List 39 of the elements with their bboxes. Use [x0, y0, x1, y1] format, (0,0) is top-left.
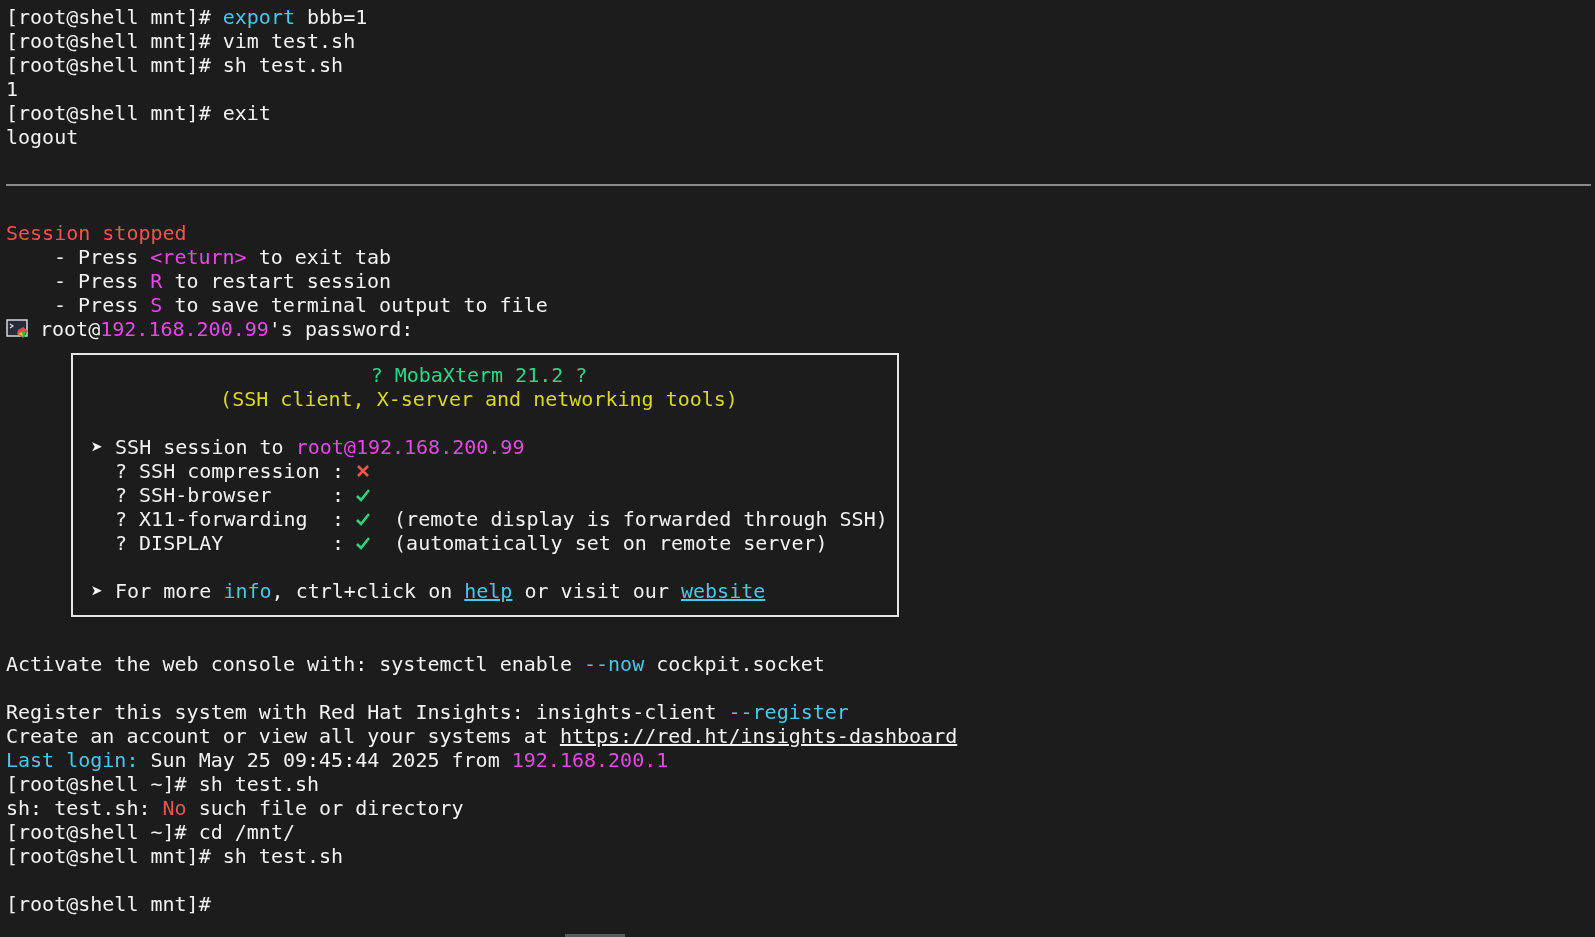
banner-title: ? MobaXterm 21.2 ?	[370, 363, 588, 387]
option-colon: :	[332, 531, 345, 555]
option-note: (remote display is forwarded through SSH)	[394, 507, 888, 531]
terminal-line: [root@shell mnt]# sh test.sh	[6, 844, 344, 868]
terminal-line: Session stopped	[6, 221, 187, 245]
option-label: ? X11-forwarding	[115, 507, 309, 531]
terminal-line: [root@shell mnt]#	[6, 892, 211, 916]
info-line: ➤ For more info, ctrl+click on help or visit our website	[91, 579, 766, 603]
terminal-line: Last login: Sun May 25 09:45:44 2025 from 192.168.200.1	[6, 748, 669, 772]
option-label: ? SSH compression	[115, 459, 321, 483]
terminal-line: - Press S to save terminal output to file	[53, 293, 548, 317]
option-colon: :	[332, 507, 345, 531]
terminal-line: 1	[6, 77, 19, 101]
terminal-line: Create an account or view all your systems at https://red.ht/insights-dashboard	[6, 724, 958, 748]
option-label: ? DISPLAY	[115, 531, 225, 555]
terminal-line: [root@shell mnt]# sh test.sh	[6, 53, 344, 77]
terminal-line: Activate the web console with: systemctl enable --now cockpit.socket	[6, 652, 825, 676]
scrollbar-thumb[interactable]	[565, 934, 625, 937]
terminal-icon	[6, 319, 30, 339]
terminal-line: - Press <return> to exit tab	[53, 245, 392, 269]
terminal-line: [root@shell ~]# cd /mnt/	[6, 820, 295, 844]
terminal-line: root@192.168.200.99's password:	[40, 317, 414, 341]
terminal-line: [root@shell mnt]# export bbb=1	[6, 5, 368, 29]
banner-subtitle: (SSH client, X-server and networking tools)	[220, 387, 738, 411]
terminal-line: sh: test.sh: No such file or directory	[6, 796, 464, 820]
option-colon: :	[332, 483, 345, 507]
option-colon: :	[332, 459, 345, 483]
option-label: ? SSH-browser	[115, 483, 273, 507]
terminal-line: logout	[6, 125, 79, 149]
terminal-line: - Press R to restart session	[53, 269, 392, 293]
terminal-line: Register this system with Red Hat Insights: insights-client --register	[6, 700, 849, 724]
terminal-line: [root@shell mnt]# vim test.sh	[6, 29, 356, 53]
link[interactable]: https://red.ht/insights-dashboard	[559, 724, 958, 748]
terminal-line: [root@shell mnt]# exit	[6, 101, 271, 125]
terminal-line: [root@shell ~]# sh test.sh	[6, 772, 320, 796]
option-note: (automatically set on remote server)	[394, 531, 828, 555]
link[interactable]: website	[681, 579, 766, 603]
session-line: ➤ SSH session to root@192.168.200.99	[91, 435, 525, 459]
link[interactable]: help	[464, 579, 513, 603]
